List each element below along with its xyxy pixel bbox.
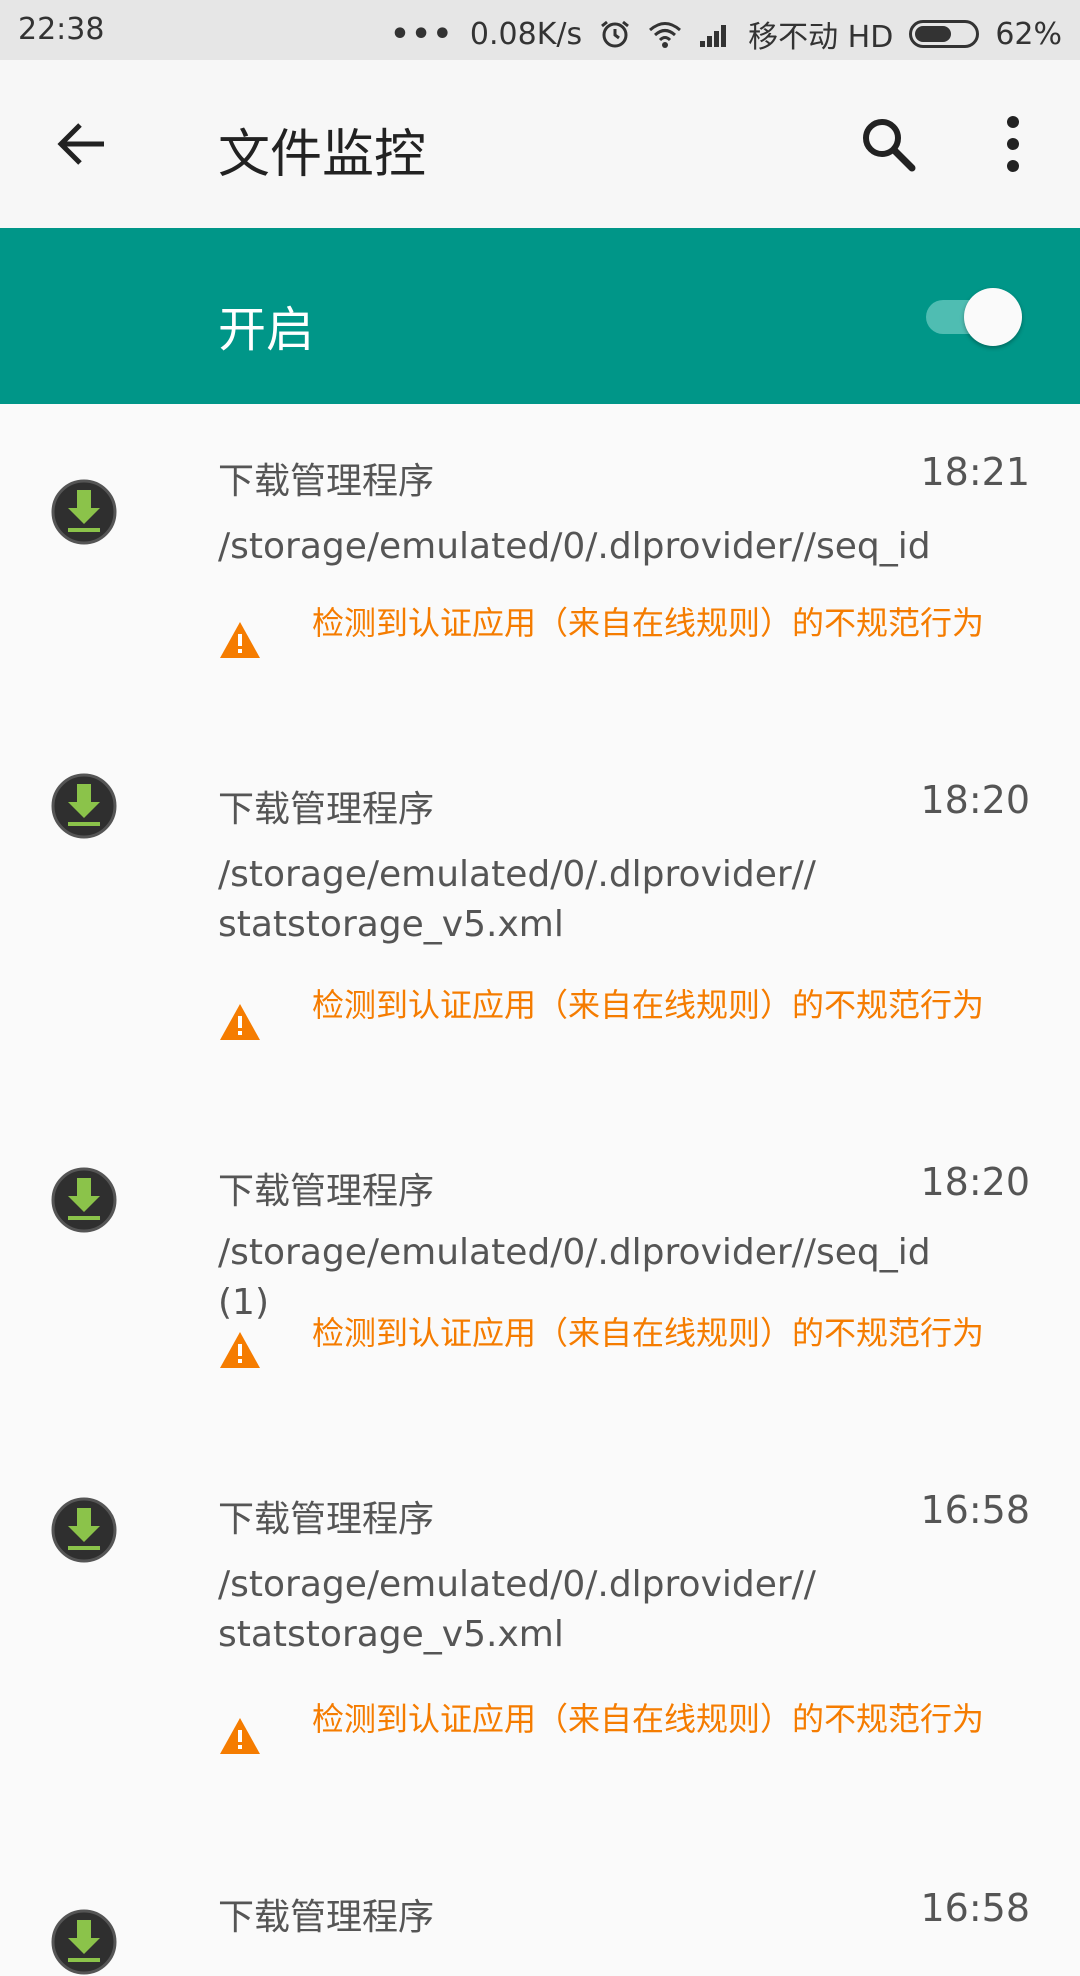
download-manager-icon bbox=[51, 1909, 117, 1975]
file-path: /storage/emulated/0/.dlprovider//statsto… bbox=[218, 854, 816, 945]
event-time: 16:58 bbox=[920, 1886, 1030, 1930]
event-time: 16:58 bbox=[920, 1488, 1030, 1532]
download-manager-icon bbox=[51, 1497, 117, 1563]
file-path: /storage/emulated/0/.dlprovider//statsto… bbox=[218, 1564, 816, 1655]
status-time: 22:38 bbox=[18, 12, 105, 47]
warning-icon bbox=[220, 622, 260, 658]
toolbar: 文件监控 bbox=[0, 60, 1080, 228]
net-speed: 0.08K/s bbox=[469, 16, 583, 52]
warning-text: 检测到认证应用（来自在线规则）的不规范行为 bbox=[312, 1314, 985, 1352]
warning-icon bbox=[220, 1332, 260, 1368]
warning-icon bbox=[220, 1004, 260, 1040]
back-arrow-icon[interactable] bbox=[52, 114, 112, 174]
status-dots: ••• bbox=[390, 16, 454, 52]
status-right: ••• 0.08K/s 移不动 HD 62% bbox=[390, 12, 1062, 56]
warning-icon bbox=[220, 1718, 260, 1754]
event-time: 18:21 bbox=[920, 450, 1030, 494]
alarm-icon bbox=[601, 20, 630, 48]
more-options-icon[interactable] bbox=[996, 114, 1030, 174]
list-item[interactable]: 下载管理程序 16:58 bbox=[0, 1828, 1080, 1975]
battery-percent: 62% bbox=[995, 16, 1062, 52]
search-icon[interactable] bbox=[858, 114, 918, 174]
app-name: 下载管理程序 bbox=[218, 1897, 435, 1938]
monitor-toggle[interactable] bbox=[924, 286, 1024, 346]
app-name: 下载管理程序 bbox=[218, 1499, 435, 1540]
list-item[interactable]: 下载管理程序 18:20 /storage/emulated/0/.dlprov… bbox=[0, 1116, 1080, 1446]
list-item[interactable]: 下载管理程序 18:21 /storage/emulated/0/.dlprov… bbox=[0, 404, 1080, 734]
event-time: 18:20 bbox=[920, 778, 1030, 822]
list-item[interactable]: 下载管理程序 18:20 /storage/emulated/0/.dlprov… bbox=[0, 734, 1080, 1116]
list-item[interactable]: 下载管理程序 16:58 /storage/emulated/0/.dlprov… bbox=[0, 1446, 1080, 1828]
switch-label: 开启 bbox=[218, 302, 315, 358]
download-manager-icon bbox=[51, 479, 117, 545]
toggle-thumb bbox=[964, 288, 1022, 346]
file-path: /storage/emulated/0/.dlprovider//seq_id bbox=[218, 526, 931, 567]
warning-text: 检测到认证应用（来自在线规则）的不规范行为 bbox=[312, 1700, 985, 1738]
app-name: 下载管理程序 bbox=[218, 789, 435, 830]
app-name: 下载管理程序 bbox=[218, 461, 435, 502]
signal-icon bbox=[700, 25, 727, 47]
download-manager-icon bbox=[51, 773, 117, 839]
status-bar: 22:38 ••• 0.08K/s 移不动 HD 62% bbox=[0, 0, 1080, 60]
battery-icon bbox=[909, 20, 980, 48]
event-time: 18:20 bbox=[920, 1160, 1030, 1204]
page-title: 文件监控 bbox=[218, 125, 427, 185]
warning-text: 检测到认证应用（来自在线规则）的不规范行为 bbox=[312, 986, 985, 1024]
carrier-label: 移不动 HD bbox=[748, 20, 894, 55]
monitor-switch-bar[interactable]: 开启 bbox=[0, 228, 1080, 404]
warning-text: 检测到认证应用（来自在线规则）的不规范行为 bbox=[312, 604, 985, 642]
download-manager-icon bbox=[51, 1167, 117, 1233]
wifi-icon bbox=[649, 22, 682, 48]
app-name: 下载管理程序 bbox=[218, 1171, 435, 1212]
